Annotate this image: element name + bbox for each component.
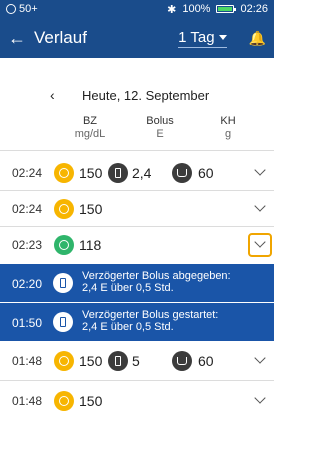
event-message: Verzögerter Bolus abgegeben: 2,4 E über … (82, 270, 231, 294)
bell-icon[interactable]: 🔔 (249, 30, 266, 47)
column-bz-unit: mg/dL (74, 128, 106, 140)
range-dropdown[interactable]: 1 Tag (178, 28, 227, 48)
history-row[interactable]: 02:24 150 (0, 192, 274, 226)
bz-value: 150 (79, 165, 103, 181)
insulin-icon (108, 351, 128, 371)
carb-icon (172, 351, 192, 371)
chevron-down-icon[interactable] (254, 164, 266, 176)
clock: 02:26 (240, 3, 268, 15)
caret-down-icon (218, 34, 227, 40)
row-time: 02:24 (12, 166, 43, 180)
glucose-icon (54, 163, 74, 183)
kh-value: 60 (198, 353, 214, 369)
column-bz-name: BZ (82, 115, 98, 127)
chevron-down-icon[interactable] (254, 392, 266, 404)
status-bar: 50+ ✱ 100% 02:26 (0, 0, 274, 18)
bolus-event-row[interactable]: 02:20 Verzögerter Bolus abgegeben: 2,4 E… (0, 264, 274, 302)
column-kh: KH g (198, 115, 258, 141)
event-detail: 2,4 E über 0,5 Std. (82, 282, 174, 294)
kh-value: 60 (198, 165, 214, 181)
row-time: 02:23 (12, 238, 43, 252)
divider (0, 380, 274, 381)
carb-icon (172, 163, 192, 183)
insulin-icon (108, 163, 128, 183)
date-navigation: ‹ Heute, 12. September (0, 84, 274, 106)
pump-battery-text: 50+ (19, 3, 38, 15)
row-time: 02:24 (12, 202, 43, 216)
chevron-down-icon[interactable] (254, 200, 266, 212)
bz-value: 150 (79, 393, 103, 409)
column-kh-unit: g (224, 128, 232, 140)
row-time: 01:48 (12, 394, 43, 408)
back-arrow-icon[interactable]: ← (8, 28, 28, 49)
chevron-down-icon[interactable] (254, 352, 266, 364)
bolus-value: 5 (132, 353, 140, 369)
insulin-icon (53, 273, 73, 293)
bz-value: 150 (79, 201, 103, 217)
column-bolus: Bolus E (130, 115, 190, 141)
divider (0, 226, 274, 227)
column-bolus-unit: E (156, 128, 164, 140)
date-label: Heute, 12. September (82, 87, 210, 103)
battery-percent: 100% (182, 3, 211, 15)
page-title: Verlauf (34, 28, 87, 47)
glucose-icon (54, 391, 74, 411)
divider (0, 190, 274, 191)
glucose-icon (54, 235, 74, 255)
event-title: Verzögerter Bolus abgegeben: (82, 270, 231, 282)
row-time: 02:20 (12, 277, 43, 291)
battery-icon (216, 5, 237, 13)
bolus-event-row[interactable]: 01:50 Verzögerter Bolus gestartet: 2,4 E… (0, 303, 274, 341)
column-bz: BZ mg/dL (60, 115, 120, 141)
glucose-icon (54, 199, 74, 219)
glucose-icon (54, 351, 74, 371)
event-message: Verzögerter Bolus gestartet: 2,4 E über … (82, 309, 218, 333)
event-title: Verzögerter Bolus gestartet: (82, 309, 219, 321)
bz-value: 118 (79, 237, 102, 253)
bolus-value: 2,4 (132, 165, 152, 181)
history-row[interactable]: 01:48 150 (0, 384, 274, 418)
divider (0, 150, 274, 151)
bluetooth-icon: ✱ (167, 3, 177, 16)
chevron-left-icon[interactable]: ‹ (50, 87, 55, 103)
insulin-icon (53, 312, 73, 332)
history-row[interactable]: 02:23 118 (0, 228, 274, 262)
event-detail: 2,4 E über 0,5 Std. (82, 321, 174, 333)
row-time: 01:48 (12, 354, 43, 368)
column-bolus-name: Bolus (146, 115, 174, 127)
column-kh-name: KH (220, 115, 236, 127)
range-label: 1 Tag (178, 28, 215, 46)
app-bar: ← Verlauf 1 Tag 🔔 (0, 18, 274, 58)
bz-value: 150 (79, 353, 103, 369)
row-time: 01:50 (12, 316, 43, 330)
history-row[interactable]: 01:48 150 5 60 (0, 344, 274, 378)
pump-status-icon (6, 4, 16, 14)
history-row[interactable]: 02:24 150 2,4 60 (0, 156, 274, 190)
